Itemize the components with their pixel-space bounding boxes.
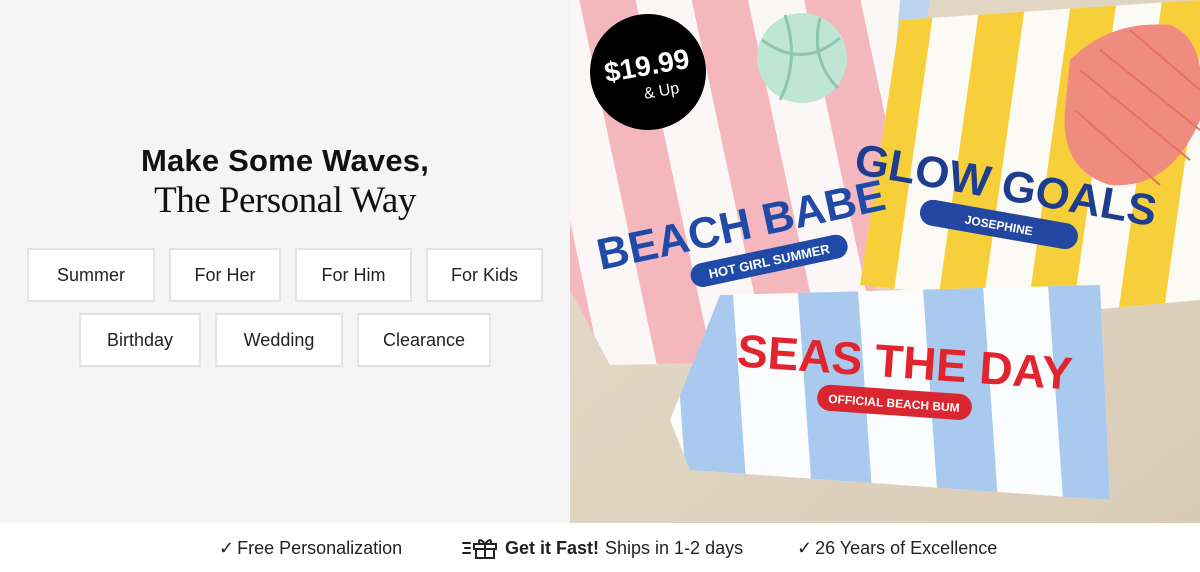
hero-text-panel: Make Some Waves, The Personal Way Summer… xyxy=(0,0,570,523)
checkmark-icon: ✓ xyxy=(797,537,813,558)
feature-free-personalization: ✓ Free Personalization xyxy=(219,537,402,559)
hero-banner[interactable]: Make Some Waves, The Personal Way Summer… xyxy=(0,0,1200,523)
features-bar: ✓ Free Personalization Get it Fast! Ship… xyxy=(0,523,1200,572)
feature-years-excellence: ✓ 26 Years of Excellence xyxy=(797,537,997,559)
category-button-for-him[interactable]: For Him xyxy=(295,248,412,302)
feature-text-2-bold: Get it Fast! xyxy=(505,537,600,558)
feature-text-3: 26 Years of Excellence xyxy=(815,537,998,558)
feature-text-2: Ships in 1-2 days xyxy=(605,537,744,558)
category-button-for-kids[interactable]: For Kids xyxy=(426,248,543,302)
category-button-birthday[interactable]: Birthday xyxy=(79,313,201,367)
category-button-clearance[interactable]: Clearance xyxy=(357,313,491,367)
category-button-wedding[interactable]: Wedding xyxy=(215,313,343,367)
hero-headline: Make Some Waves, xyxy=(140,143,430,178)
hero-subheadline: The Personal Way xyxy=(154,180,416,221)
feature-get-it-fast: Get it Fast! Ships in 1-2 days xyxy=(462,537,743,559)
category-button-for-her[interactable]: For Her xyxy=(169,248,281,302)
gift-icon xyxy=(462,537,498,559)
volleyball-icon xyxy=(757,13,847,103)
checkmark-icon: ✓ xyxy=(219,537,235,558)
feature-text-1: Free Personalization xyxy=(237,537,403,558)
category-button-summer[interactable]: Summer xyxy=(27,248,155,302)
beach-towels-photo[interactable]: BEACH BABE HOT GIRL SUMMER GLOW GOALS JO… xyxy=(570,0,1200,523)
beach-towels-illustration: BEACH BABE HOT GIRL SUMMER GLOW GOALS JO… xyxy=(570,0,1200,523)
